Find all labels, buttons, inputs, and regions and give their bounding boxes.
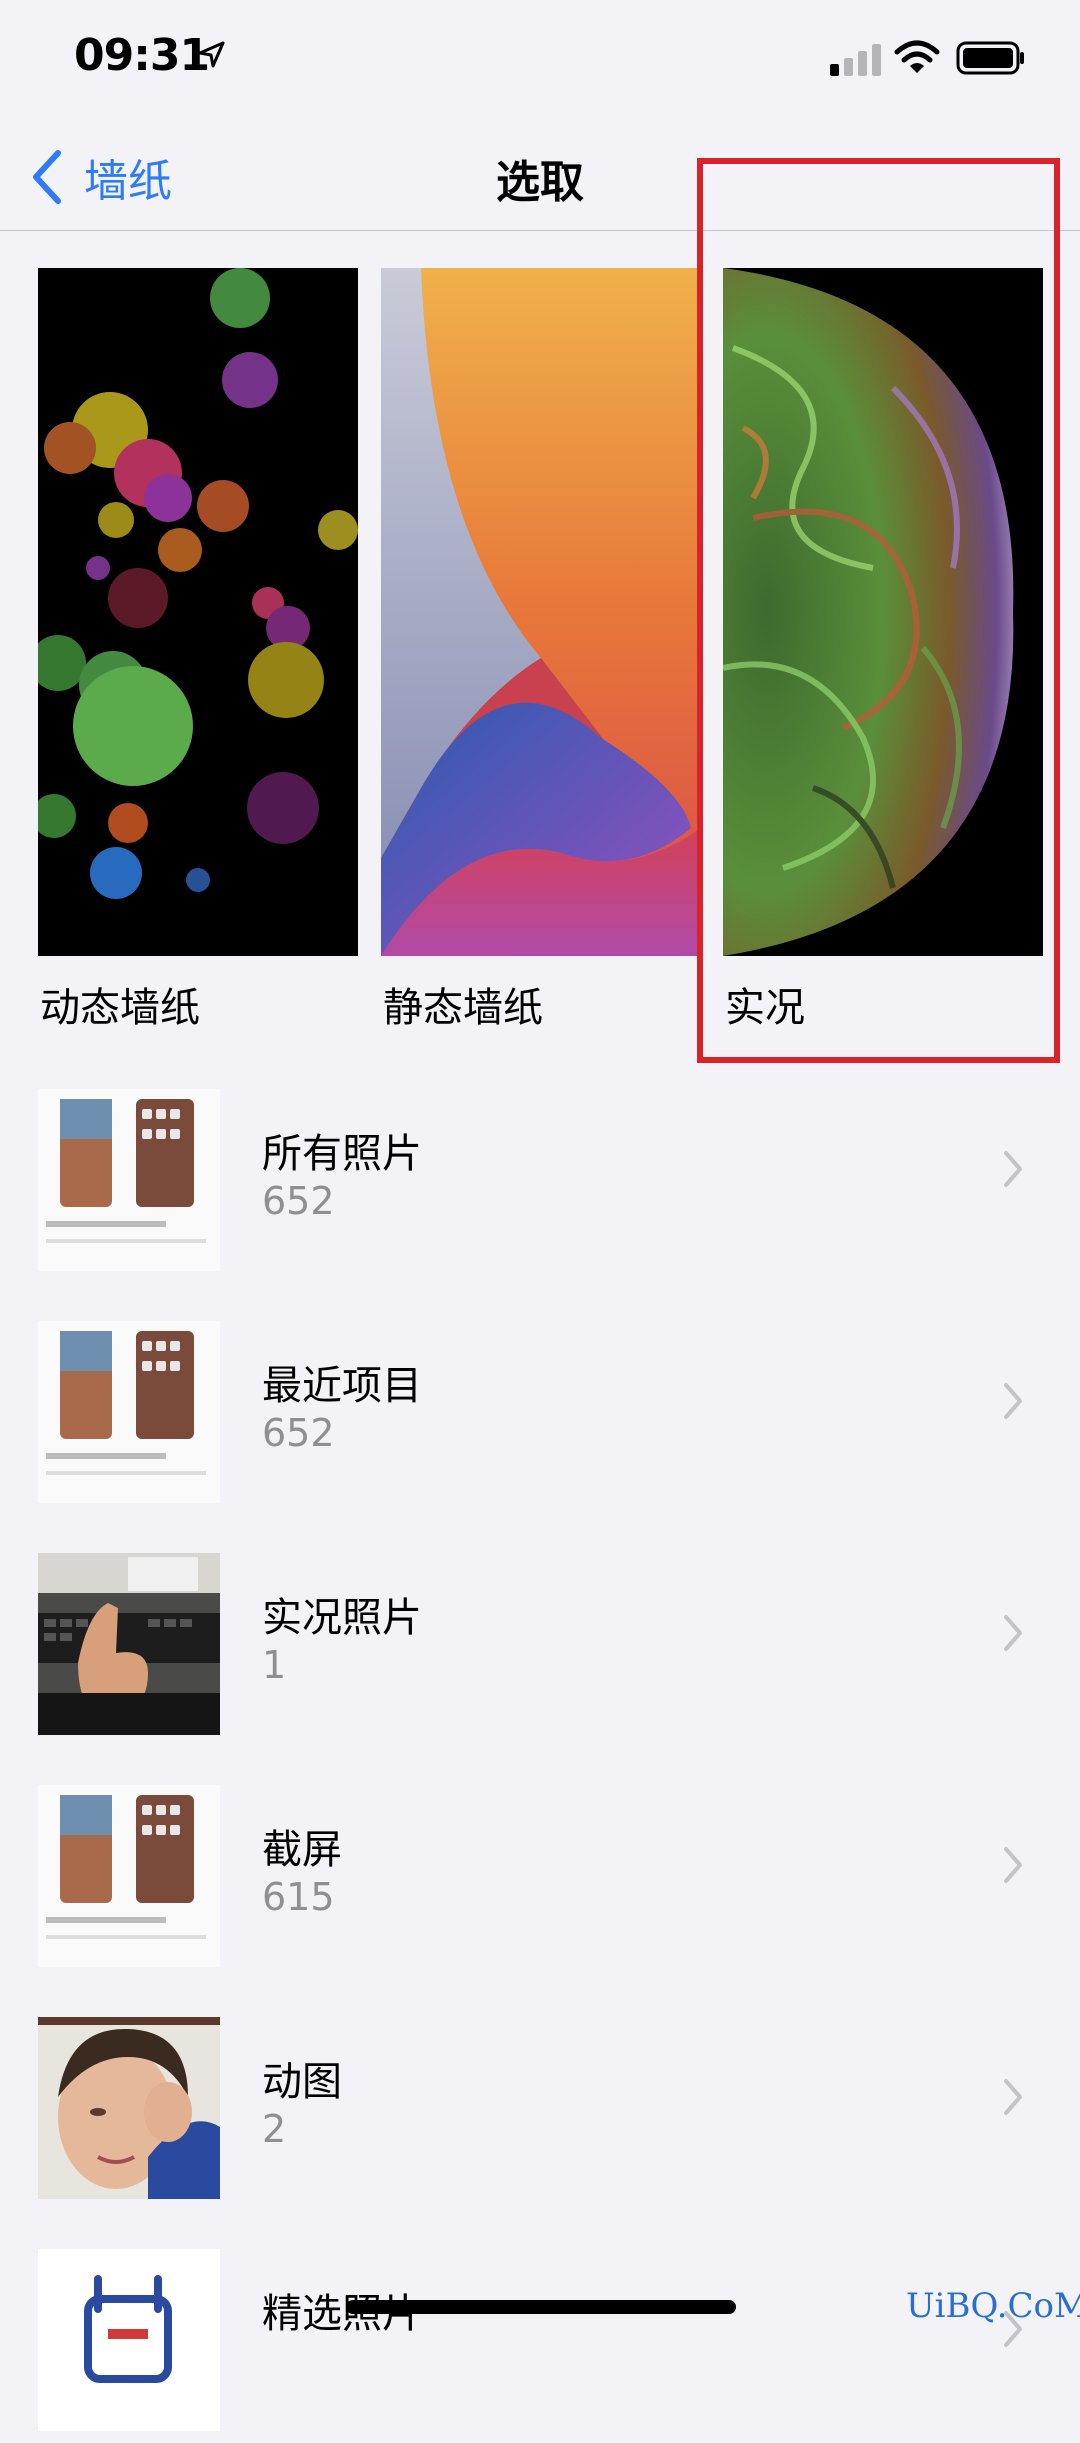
- chevron-right-icon: [1004, 1615, 1022, 1651]
- location-arrow-icon: [198, 41, 225, 68]
- status-time: 09:31: [74, 30, 210, 81]
- album-title: 所有照片: [262, 1131, 422, 1177]
- album-count: 1: [262, 1643, 287, 1687]
- battery-icon: [956, 41, 1024, 75]
- chevron-right-icon: [1004, 2079, 1022, 2115]
- album-thumbnail: [38, 1553, 220, 1735]
- album-thumbnail: [38, 2017, 220, 2199]
- static-wallpaper-preview: [381, 268, 701, 956]
- album-title: 动图: [262, 2059, 342, 2105]
- highlight-annotation-box: [697, 158, 1060, 1063]
- dynamic-wallpaper-tile[interactable]: [38, 268, 358, 956]
- album-thumbnail: [38, 1089, 220, 1271]
- watermark-text: UiBQ.CoM: [906, 2286, 1080, 2326]
- home-indicator[interactable]: [346, 2300, 736, 2314]
- album-row-animated[interactable]: 动图 2: [0, 2011, 1080, 2211]
- album-title: 最近项目: [262, 1363, 422, 1409]
- chevron-right-icon: [1004, 1383, 1022, 1419]
- album-title: 实况照片: [262, 1595, 422, 1641]
- album-row-recents[interactable]: 最近项目 652: [0, 1315, 1080, 1515]
- album-row-screenshots[interactable]: 截屏 615: [0, 1779, 1080, 1979]
- static-wallpaper-tile[interactable]: [381, 268, 701, 956]
- static-wallpaper-label: 静态墙纸: [383, 985, 543, 1031]
- status-bar: 09:31: [0, 0, 1080, 120]
- album-thumbnail: [38, 1785, 220, 1967]
- dynamic-wallpaper-label: 动态墙纸: [40, 985, 200, 1031]
- album-count: 2: [262, 2107, 287, 2151]
- album-count: 652: [262, 1411, 335, 1455]
- album-row-all-photos[interactable]: 所有照片 652: [0, 1083, 1080, 1283]
- chevron-right-icon: [1004, 1151, 1022, 1187]
- album-count: 652: [262, 1179, 335, 1223]
- album-row-live-photos[interactable]: 实况照片 1: [0, 1547, 1080, 1747]
- album-row-featured[interactable]: 精选照片: [0, 2243, 1080, 2443]
- album-thumbnail: [38, 1321, 220, 1503]
- album-title: 截屏: [262, 1827, 342, 1873]
- album-thumbnail: [38, 2249, 220, 2431]
- chevron-right-icon: [1004, 1847, 1022, 1883]
- album-count: 615: [262, 1875, 335, 1919]
- cellular-signal-icon: [830, 44, 881, 76]
- wifi-icon: [894, 40, 940, 73]
- dynamic-wallpaper-preview: [38, 268, 358, 956]
